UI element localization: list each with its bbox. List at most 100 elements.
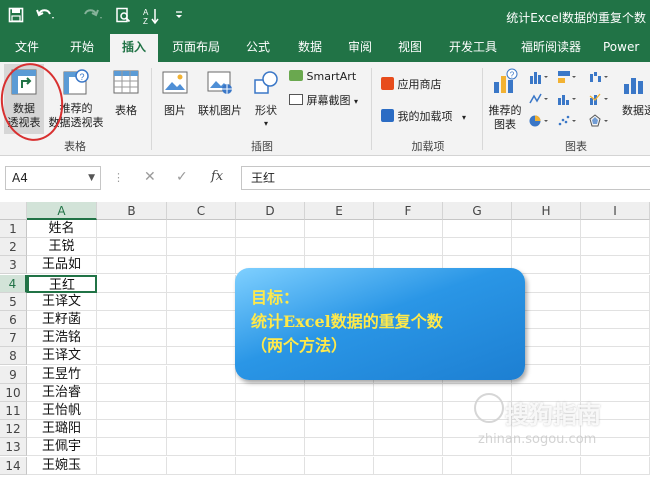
- cell-empty[interactable]: [512, 256, 581, 275]
- cell-empty[interactable]: [236, 438, 305, 457]
- cell-empty[interactable]: [581, 238, 650, 257]
- combo-chart-icon[interactable]: [589, 92, 611, 109]
- cell-name[interactable]: 姓名: [27, 220, 97, 238]
- tab-data[interactable]: 数据: [290, 34, 330, 62]
- customize-qat-icon[interactable]: [174, 7, 184, 27]
- cell-empty[interactable]: [97, 220, 167, 238]
- cell-empty[interactable]: [97, 402, 167, 420]
- pie-chart-icon[interactable]: [529, 114, 551, 131]
- cell-empty[interactable]: [305, 456, 374, 475]
- cell-empty[interactable]: [581, 220, 650, 238]
- cell-empty[interactable]: [512, 238, 581, 257]
- cell-empty[interactable]: [305, 402, 374, 420]
- cell-name[interactable]: 王婉玉: [27, 456, 97, 475]
- cell-name[interactable]: 王译文: [27, 347, 97, 366]
- undo-icon[interactable]: [35, 7, 57, 27]
- cell-empty[interactable]: [167, 347, 236, 366]
- name-box[interactable]: A4 ▼: [5, 166, 101, 190]
- cell-empty[interactable]: [97, 238, 167, 257]
- cell-empty[interactable]: [97, 274, 167, 293]
- row-header[interactable]: 4: [0, 274, 27, 293]
- cell-empty[interactable]: [305, 438, 374, 457]
- cell-empty[interactable]: [97, 256, 167, 275]
- smartart-button[interactable]: SmartArt: [289, 70, 356, 83]
- cell-name[interactable]: 王昱竹: [27, 365, 97, 384]
- column-header[interactable]: F: [374, 202, 443, 220]
- pivot-chart-button[interactable]: 数据透: [618, 64, 650, 134]
- cell-empty[interactable]: [97, 347, 167, 366]
- column-chart-icon[interactable]: [529, 70, 551, 87]
- cell-name[interactable]: 王红: [27, 274, 97, 293]
- tab-power-pivot[interactable]: Power P: [603, 34, 650, 62]
- tab-review[interactable]: 审阅: [340, 34, 380, 62]
- tab-developer[interactable]: 开发工具: [443, 34, 503, 62]
- row-header[interactable]: 5: [0, 292, 27, 311]
- select-all-corner[interactable]: [0, 202, 27, 220]
- cell-empty[interactable]: [374, 238, 443, 257]
- cell-empty[interactable]: [374, 420, 443, 439]
- cell-empty[interactable]: [305, 238, 374, 257]
- column-header[interactable]: H: [512, 202, 581, 220]
- cell-name[interactable]: 王璐阳: [27, 420, 97, 439]
- cell-name[interactable]: 王佩宇: [27, 438, 97, 457]
- column-header[interactable]: D: [236, 202, 305, 220]
- row-header[interactable]: 6: [0, 311, 27, 329]
- cell-name[interactable]: 王怡帆: [27, 402, 97, 420]
- cell-empty[interactable]: [581, 274, 650, 293]
- cell-empty[interactable]: [236, 220, 305, 238]
- row-header[interactable]: 14: [0, 456, 27, 475]
- row-header[interactable]: 13: [0, 438, 27, 457]
- cell-name[interactable]: 王籽菡: [27, 311, 97, 329]
- cell-empty[interactable]: [581, 256, 650, 275]
- picture-button[interactable]: 图片: [158, 64, 192, 134]
- cell-empty[interactable]: [581, 347, 650, 366]
- row-header[interactable]: 8: [0, 347, 27, 366]
- cell-empty[interactable]: [374, 456, 443, 475]
- cell-empty[interactable]: [512, 456, 581, 475]
- row-header[interactable]: 1: [0, 220, 27, 238]
- cell-empty[interactable]: [236, 383, 305, 402]
- table-button[interactable]: 表格: [108, 64, 144, 134]
- cell-empty[interactable]: [167, 256, 236, 275]
- waterfall-chart-icon[interactable]: [589, 70, 611, 87]
- row-header[interactable]: 10: [0, 383, 27, 402]
- cell-empty[interactable]: [97, 365, 167, 384]
- scatter-chart-icon[interactable]: [557, 114, 579, 131]
- row-header[interactable]: 7: [0, 329, 27, 348]
- tab-foxit-reader[interactable]: 福昕阅读器: [515, 34, 587, 62]
- cell-empty[interactable]: [305, 383, 374, 402]
- cell-empty[interactable]: [374, 383, 443, 402]
- tab-home[interactable]: 开始: [60, 34, 104, 62]
- cell-empty[interactable]: [167, 311, 236, 329]
- column-header[interactable]: A: [27, 202, 97, 220]
- formula-input[interactable]: 王红: [241, 166, 650, 190]
- cell-empty[interactable]: [167, 220, 236, 238]
- row-header[interactable]: 12: [0, 420, 27, 439]
- radar-chart-icon[interactable]: [589, 114, 611, 131]
- cell-empty[interactable]: [167, 274, 236, 293]
- tab-page-layout[interactable]: 页面布局: [167, 34, 225, 62]
- cell-empty[interactable]: [236, 402, 305, 420]
- column-header[interactable]: E: [305, 202, 374, 220]
- cell-name[interactable]: 王锐: [27, 238, 97, 257]
- cell-empty[interactable]: [167, 238, 236, 257]
- cell-empty[interactable]: [581, 292, 650, 311]
- column-header[interactable]: B: [97, 202, 167, 220]
- cell-empty[interactable]: [374, 220, 443, 238]
- sort-az-icon[interactable]: AZ: [142, 7, 160, 27]
- cell-empty[interactable]: [97, 383, 167, 402]
- cell-empty[interactable]: [167, 438, 236, 457]
- recommended-charts-button[interactable]: ? 推荐的 图表: [485, 64, 525, 134]
- cell-empty[interactable]: [581, 456, 650, 475]
- column-header[interactable]: C: [167, 202, 236, 220]
- cell-empty[interactable]: [236, 420, 305, 439]
- cell-empty[interactable]: [305, 420, 374, 439]
- cell-empty[interactable]: [167, 420, 236, 439]
- screenshot-button[interactable]: 屏幕截图 ▾: [289, 92, 358, 108]
- cell-name[interactable]: 王译文: [27, 292, 97, 311]
- cell-empty[interactable]: [167, 402, 236, 420]
- cell-empty[interactable]: [374, 438, 443, 457]
- column-header[interactable]: G: [443, 202, 512, 220]
- cell-empty[interactable]: [167, 383, 236, 402]
- cell-empty[interactable]: [512, 220, 581, 238]
